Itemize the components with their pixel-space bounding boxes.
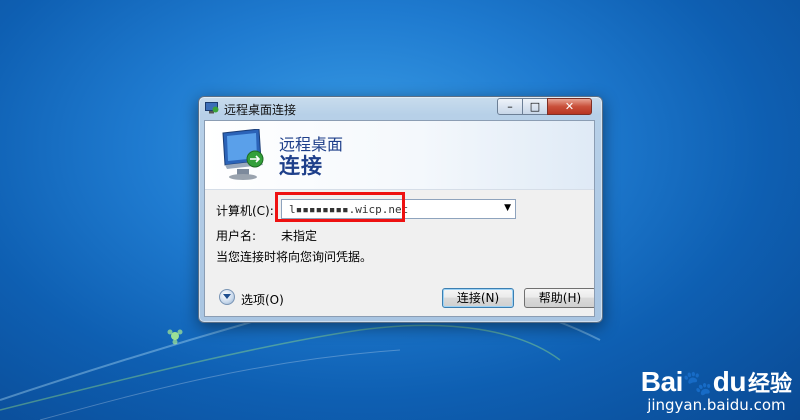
remote-desktop-icon [205, 102, 219, 114]
credentials-hint: 当您连接时将向您询问凭据。 [216, 250, 373, 264]
username-value: 未指定 [281, 229, 318, 243]
options-toggle[interactable]: 选项(O) [241, 291, 284, 308]
dialog-banner: 远程桌面 连接 [205, 121, 594, 190]
help-button[interactable]: 帮助(H) [524, 288, 594, 308]
jingyan-text: 经验 [747, 372, 792, 397]
minimize-button[interactable]: – [497, 98, 523, 115]
close-button[interactable]: ✕ [547, 98, 592, 115]
paw-icon: 🐾 [682, 369, 713, 397]
watermark-url: jingyan.baidu.com [647, 396, 786, 414]
title-bar[interactable]: 远程桌面连接 – □ ✕ [199, 97, 602, 119]
minimize-icon: – [507, 100, 513, 113]
window-title: 远程桌面连接 [224, 103, 297, 117]
options-expand-icon[interactable] [219, 289, 235, 305]
baidu-logo-tail: du [712, 366, 747, 397]
banner-title-line2: 连接 [279, 154, 323, 178]
baidu-logo-text: Bai [640, 366, 684, 397]
connect-button[interactable]: 连接(N) [442, 288, 514, 308]
monitor-icon [222, 129, 264, 180]
highlight-box [275, 192, 405, 222]
dropdown-arrow-icon[interactable]: ▼ [504, 203, 511, 213]
computer-label: 计算机(C): [216, 204, 274, 218]
maximize-icon: □ [529, 100, 541, 113]
close-icon: ✕ [564, 100, 575, 113]
maximize-button[interactable]: □ [522, 98, 548, 115]
username-label: 用户名: [216, 229, 257, 243]
baidu-jingyan-watermark: Bai🐾du经验 jingyan.baidu.com [641, 366, 792, 414]
